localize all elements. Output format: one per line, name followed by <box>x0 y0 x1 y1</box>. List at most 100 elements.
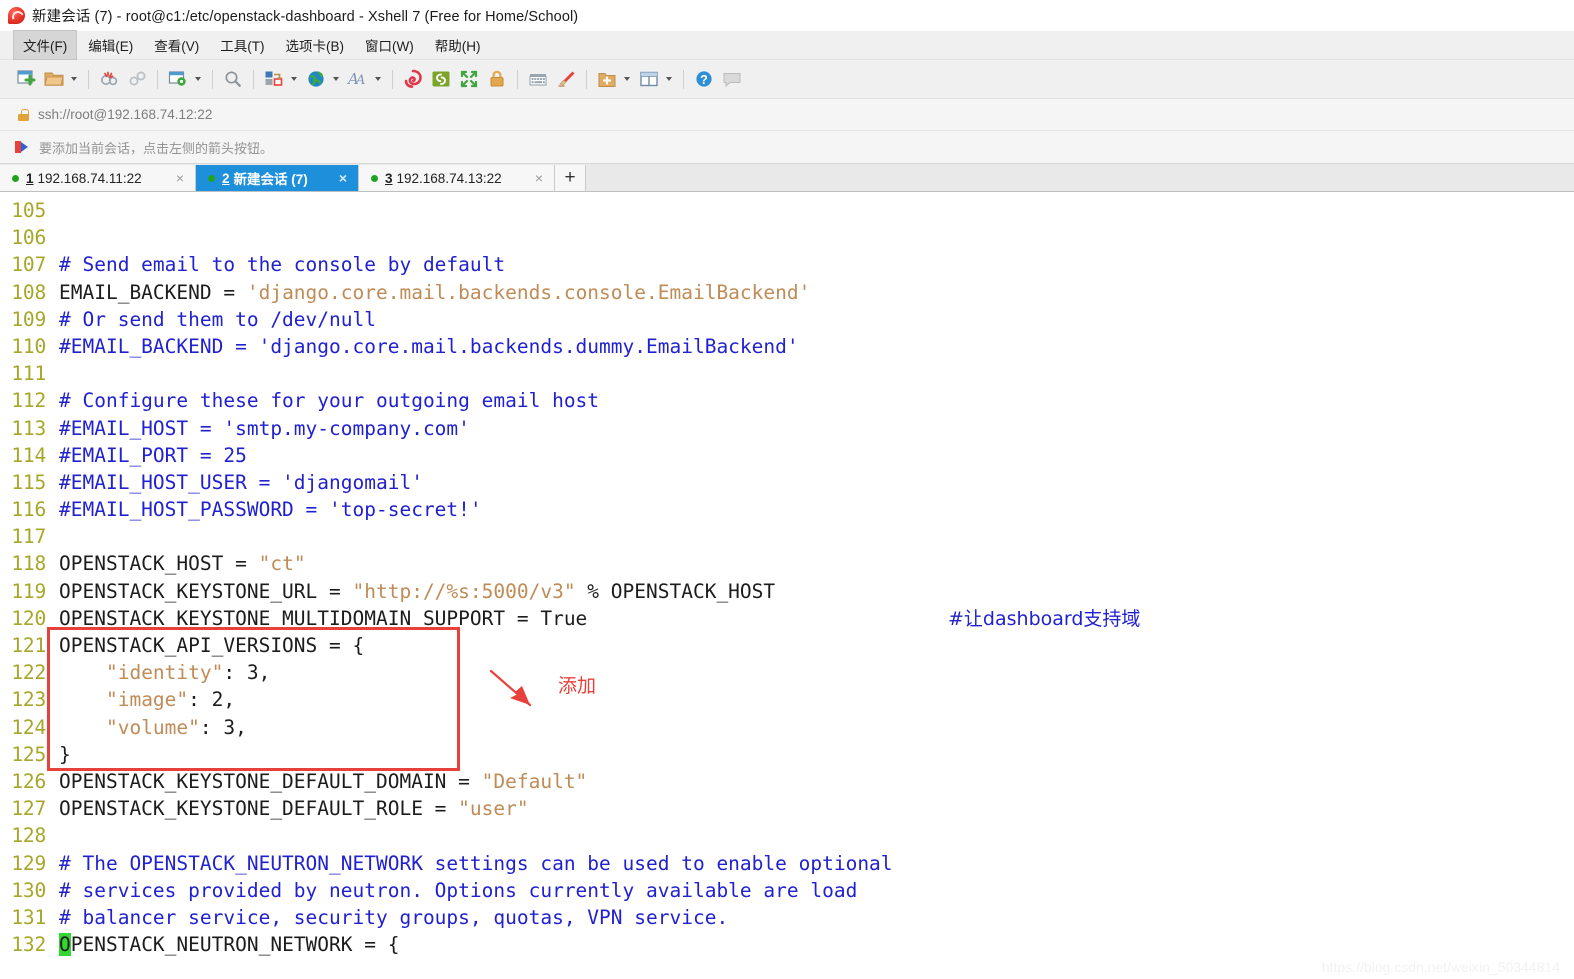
new-session-icon[interactable] <box>12 64 40 94</box>
comment-icon[interactable] <box>718 64 746 94</box>
file-transfer-icon[interactable] <box>260 64 288 94</box>
code-token: 'django.core.mail.backends.console.Email… <box>246 280 811 304</box>
session-properties-caret-icon[interactable] <box>195 77 201 81</box>
terminal-line: 110 #EMAIL_BACKEND = 'django.core.mail.ba… <box>0 333 1574 360</box>
toolbar-separator <box>88 69 89 89</box>
line-content: OPENSTACK_KEYSTONE_DEFAULT_DOMAIN = "Def… <box>46 768 587 795</box>
line-number: 127 <box>11 797 46 821</box>
tab-close-icon[interactable]: × <box>173 171 187 185</box>
terminal-line: 105 <box>0 197 1574 224</box>
lock-icon[interactable] <box>483 64 511 94</box>
code-token: #EMAIL_HOST_PASSWORD = 'top-secret!' <box>59 498 482 522</box>
script-icon[interactable] <box>427 64 455 94</box>
open-folder-caret-icon[interactable] <box>71 77 77 81</box>
line-content: # The OPENSTACK_NEUTRON_NETWORK settings… <box>46 850 893 877</box>
menu-tools[interactable]: 工具(T) <box>211 31 273 59</box>
fullscreen-icon[interactable] <box>455 64 483 94</box>
line-content: #EMAIL_PORT = 25 <box>46 442 247 469</box>
annotation-add-note: 添加 <box>558 675 597 698</box>
terminal-output[interactable]: #让dashboard支持域 添加 105 106 107 # Send email … <box>0 192 1574 971</box>
add-session-caret-icon[interactable] <box>624 77 630 81</box>
line-content: OPENSTACK_NEUTRON_NETWORK = { <box>46 931 399 958</box>
line-content: #EMAIL_HOST_USER = 'djangomail' <box>46 469 423 496</box>
tab-close-icon[interactable]: × <box>336 171 350 185</box>
tab-close-icon[interactable]: × <box>532 171 546 185</box>
code-token: : 3, <box>199 715 247 739</box>
help-icon[interactable]: ? <box>690 64 718 94</box>
code-token: # Or send them to /dev/null <box>59 307 376 331</box>
bookmark-hint-bar: 要添加当前会话，点击左侧的箭头按钮。 <box>0 131 1574 164</box>
reconnect-icon[interactable] <box>123 64 151 94</box>
code-token: "identity" <box>105 661 224 685</box>
line-content: OPENSTACK_KEYSTONE_MULTIDOMAIN_SUPPORT =… <box>46 605 587 632</box>
menu-file[interactable]: 文件(F) <box>12 30 78 60</box>
code-token: "volume" <box>105 715 200 739</box>
terminal-line: 128 <box>0 822 1574 849</box>
terminal-line: 119 OPENSTACK_KEYSTONE_URL = "http://%s:5… <box>0 578 1574 605</box>
line-number: 106 <box>11 226 46 250</box>
line-content: #EMAIL_HOST_PASSWORD = 'top-secret!' <box>46 496 482 523</box>
disconnect-icon[interactable] <box>95 64 123 94</box>
keyboard-icon[interactable] <box>524 64 552 94</box>
find-icon[interactable] <box>219 64 247 94</box>
highlight-icon[interactable] <box>552 64 580 94</box>
terminal-line: 114 #EMAIL_PORT = 25 <box>0 442 1574 469</box>
code-token: PENSTACK_NEUTRON_NETWORK = { <box>70 933 400 957</box>
tab-label: 新建会话 (7) <box>233 172 308 187</box>
layout-caret-icon[interactable] <box>666 77 672 81</box>
bookmark-hint-text: 要添加当前会话，点击左侧的箭头按钮。 <box>39 140 274 156</box>
layout-icon[interactable] <box>635 64 663 94</box>
code-token: "ct" <box>258 552 306 576</box>
new-tab-button[interactable]: + <box>555 165 586 191</box>
menu-tab[interactable]: 选项卡(B) <box>277 31 354 59</box>
code-token: #EMAIL_HOST_USER = 'djangomail' <box>59 470 423 494</box>
tab-session-1[interactable]: 1 192.168.74.11:22 × <box>0 165 196 191</box>
menu-view[interactable]: 查看(V) <box>145 31 208 59</box>
line-number: 114 <box>11 443 46 467</box>
log-icon[interactable] <box>399 64 427 94</box>
terminal-line: 129 # The OPENSTACK_NEUTRON_NETWORK setti… <box>0 850 1574 877</box>
file-transfer-caret-icon[interactable] <box>291 77 297 81</box>
code-token: OPENSTACK_KEYSTONE_MULTIDOMAIN_SUPPORT =… <box>59 606 588 630</box>
terminal-line: 130 # services provided by neutron. Optio… <box>0 877 1574 904</box>
session-properties-icon[interactable] <box>164 64 192 94</box>
font-icon[interactable]: A A <box>344 64 372 94</box>
line-content: # Or send them to /dev/null <box>46 306 376 333</box>
web-globe-caret-icon[interactable] <box>333 77 339 81</box>
line-number: 122 <box>11 661 46 685</box>
session-address-bar[interactable]: ssh://root@192.168.74.12:22 <box>0 99 1574 131</box>
tab-session-2[interactable]: 2 新建会话 (7) × <box>196 165 359 191</box>
tab-status-dot-icon <box>371 174 378 182</box>
lock-icon <box>18 108 29 121</box>
font-caret-icon[interactable] <box>375 77 381 81</box>
line-content: OPENSTACK_API_VERSIONS = { <box>46 632 364 659</box>
tab-session-3[interactable]: 3 192.168.74.13:22 × <box>359 165 555 191</box>
web-globe-icon[interactable] <box>302 64 330 94</box>
code-token: OPENSTACK_HOST = <box>59 552 259 576</box>
svg-text:?: ? <box>700 73 708 87</box>
add-session-icon[interactable] <box>593 64 621 94</box>
line-number: 109 <box>11 307 46 331</box>
terminal-line: 120 OPENSTACK_KEYSTONE_MULTIDOMAIN_SUPPOR… <box>0 605 1574 632</box>
red-arrow-annotation <box>489 670 532 707</box>
line-number: 132 <box>11 933 46 957</box>
menu-edit[interactable]: 编辑(E) <box>79 31 142 59</box>
line-number: 131 <box>11 905 46 929</box>
code-token: # The OPENSTACK_NEUTRON_NETWORK settings… <box>59 851 893 875</box>
terminal-line: 116 #EMAIL_HOST_PASSWORD = 'top-secret!' <box>0 496 1574 523</box>
code-token: #EMAIL_PORT = 25 <box>59 443 247 467</box>
toolbar-separator <box>212 69 213 89</box>
menu-help[interactable]: 帮助(H) <box>426 31 490 59</box>
line-number: 120 <box>11 606 46 630</box>
watermark: https://blog.csdn.net/weixin_50344814 <box>1321 959 1560 975</box>
code-token: OPENSTACK_KEYSTONE_URL = <box>59 579 353 603</box>
line-number: 110 <box>11 334 46 358</box>
line-content: OPENSTACK_HOST = "ct" <box>46 550 306 577</box>
line-content: } <box>46 741 71 768</box>
line-content: # Configure these for your outgoing emai… <box>46 387 599 414</box>
tab-label: 192.168.74.11:22 <box>37 170 142 186</box>
open-folder-icon[interactable] <box>40 64 68 94</box>
menu-window[interactable]: 窗口(W) <box>356 31 423 59</box>
tab-index: 2 <box>222 170 230 186</box>
line-number: 118 <box>11 552 46 576</box>
